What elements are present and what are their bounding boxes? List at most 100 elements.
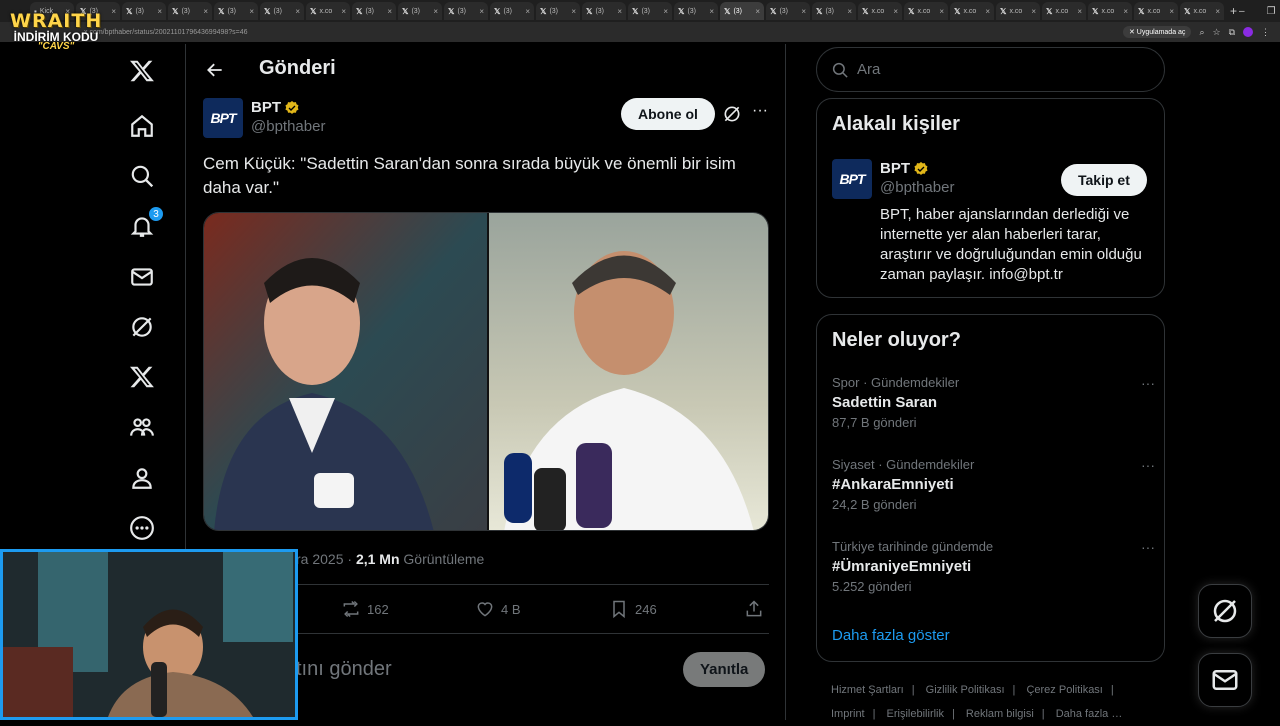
post-author[interactable]: BPT @bpthaber bbox=[251, 99, 325, 135]
browser-tab[interactable]: 𝕏 (3) × bbox=[536, 2, 580, 20]
tab-close-icon[interactable]: × bbox=[1077, 7, 1082, 16]
trend-item[interactable]: Siyaset · Gündemdekiler #AnkaraEmniyeti … bbox=[832, 457, 1155, 512]
browser-tab[interactable]: 𝕏 (3) × bbox=[490, 2, 534, 20]
grok-explain-icon[interactable] bbox=[722, 104, 742, 124]
profile-avatar[interactable] bbox=[1243, 27, 1253, 37]
browser-tab[interactable]: 𝕏 (3) × bbox=[582, 2, 626, 20]
post-image[interactable] bbox=[203, 212, 769, 531]
related-name[interactable]: BPT bbox=[880, 160, 910, 177]
follow-button[interactable]: Takip et bbox=[1061, 164, 1147, 196]
browser-tab[interactable]: 𝕏 (3) × bbox=[812, 2, 856, 20]
premium-x-icon[interactable] bbox=[128, 363, 156, 391]
browser-tab[interactable]: 𝕏 (3) × bbox=[214, 2, 258, 20]
back-arrow-icon[interactable] bbox=[202, 57, 228, 83]
trend-more-icon[interactable]: ··· bbox=[1141, 457, 1155, 473]
author-name[interactable]: BPT bbox=[251, 99, 281, 116]
trend-more-icon[interactable]: ··· bbox=[1141, 375, 1155, 391]
post-author-avatar[interactable]: BPT bbox=[203, 98, 243, 138]
browser-tab[interactable]: 𝕏x.co × bbox=[1042, 2, 1086, 20]
browser-tab[interactable]: 𝕏 (3) × bbox=[260, 2, 304, 20]
tab-close-icon[interactable]: × bbox=[341, 7, 346, 16]
more-options-icon[interactable] bbox=[128, 514, 156, 542]
repost-button[interactable]: 162 bbox=[341, 599, 389, 619]
tab-close-icon[interactable]: × bbox=[433, 7, 438, 16]
tab-close-icon[interactable]: × bbox=[939, 7, 944, 16]
tab-close-icon[interactable]: × bbox=[295, 7, 300, 16]
bookmark-button[interactable]: 246 bbox=[609, 599, 657, 619]
browser-tab[interactable]: 𝕏x.co × bbox=[1134, 2, 1178, 20]
post-more-icon[interactable]: ··· bbox=[750, 103, 770, 124]
browser-tab[interactable]: 𝕏x.co × bbox=[858, 2, 902, 20]
minimize-icon[interactable]: – bbox=[1239, 6, 1245, 17]
bookmark-star-icon[interactable]: ☆ bbox=[1212, 27, 1220, 38]
show-more-link[interactable]: Daha fazla göster bbox=[832, 627, 950, 644]
browser-tab[interactable]: 𝕏x.co × bbox=[904, 2, 948, 20]
browser-tab[interactable]: 𝕏 (3) × bbox=[352, 2, 396, 20]
browser-tab[interactable]: 𝕏 (3) × bbox=[444, 2, 488, 20]
like-button[interactable]: 4 B bbox=[475, 599, 521, 619]
messages-icon[interactable] bbox=[128, 263, 156, 291]
browser-tab[interactable]: 𝕏 (3) × bbox=[766, 2, 810, 20]
browser-tab[interactable]: 𝕏 (3) × bbox=[674, 2, 718, 20]
reply-input[interactable]: tını gönder bbox=[296, 658, 392, 681]
footer-link[interactable]: Hizmet Şartları bbox=[831, 684, 904, 696]
home-icon[interactable] bbox=[128, 112, 156, 140]
related-avatar[interactable]: BPT bbox=[832, 159, 872, 199]
browser-tab[interactable]: 𝕏x.co × bbox=[1180, 2, 1224, 20]
search-input[interactable] bbox=[857, 61, 1137, 78]
notifications-icon[interactable]: 3 bbox=[128, 206, 164, 240]
trend-more-icon[interactable]: ··· bbox=[1141, 539, 1155, 555]
trend-item[interactable]: Türkiye tarihinde gündemde #ÜmraniyeEmni… bbox=[832, 539, 1155, 594]
tab-close-icon[interactable]: × bbox=[571, 7, 576, 16]
tab-close-icon[interactable]: × bbox=[801, 7, 806, 16]
footer-link[interactable]: Imprint bbox=[831, 708, 865, 720]
browser-tab[interactable]: 𝕏x.co × bbox=[306, 2, 350, 20]
profile-icon[interactable] bbox=[128, 464, 156, 492]
footer-link[interactable]: Çerez Politikası bbox=[1026, 684, 1102, 696]
messages-fab[interactable] bbox=[1198, 653, 1252, 707]
tab-close-icon[interactable]: × bbox=[249, 7, 254, 16]
footer-link[interactable]: Gizlilik Politikası bbox=[926, 684, 1005, 696]
tab-close-icon[interactable]: × bbox=[663, 7, 668, 16]
search-icon[interactable] bbox=[128, 162, 156, 190]
tab-close-icon[interactable]: × bbox=[1215, 7, 1220, 16]
tab-close-icon[interactable]: × bbox=[111, 7, 116, 16]
tab-close-icon[interactable]: × bbox=[479, 7, 484, 16]
tab-close-icon[interactable]: × bbox=[893, 7, 898, 16]
browser-tab[interactable]: 𝕏x.co × bbox=[950, 2, 994, 20]
browser-menu-icon[interactable]: ⋮ bbox=[1261, 27, 1270, 38]
tab-close-icon[interactable]: × bbox=[203, 7, 208, 16]
x-logo-icon[interactable] bbox=[128, 57, 156, 85]
tab-close-icon[interactable]: × bbox=[755, 7, 760, 16]
related-account[interactable]: BPT @bpthaber bbox=[880, 160, 954, 196]
browser-tab[interactable]: 𝕏 (3) × bbox=[398, 2, 442, 20]
share-button[interactable] bbox=[744, 599, 764, 619]
post-date[interactable]: ra 2025 bbox=[296, 551, 343, 567]
grok-icon[interactable] bbox=[128, 313, 156, 341]
footer-link[interactable]: Reklam bilgisi bbox=[966, 708, 1034, 720]
browser-tab[interactable]: 𝕏 (3) × bbox=[720, 2, 764, 20]
search-box[interactable] bbox=[816, 47, 1165, 92]
tab-close-icon[interactable]: × bbox=[709, 7, 714, 16]
author-handle[interactable]: @bpthaber bbox=[251, 118, 325, 135]
open-in-app-button[interactable]: ✕ Uygulamada aç bbox=[1122, 26, 1192, 38]
footer-link[interactable]: Erişilebilirlik bbox=[887, 708, 944, 720]
reply-button[interactable]: Yanıtla bbox=[683, 652, 766, 687]
extensions-icon[interactable]: ⧉ bbox=[1229, 27, 1235, 38]
tab-close-icon[interactable]: × bbox=[617, 7, 622, 16]
subscribe-button[interactable]: Abone ol bbox=[621, 98, 715, 130]
browser-tab[interactable]: 𝕏x.co × bbox=[1088, 2, 1132, 20]
browser-tab[interactable]: 𝕏 (3) × bbox=[122, 2, 166, 20]
url-text[interactable]: x.com/bpthaber/status/200211017964369949… bbox=[84, 29, 248, 36]
browser-tab[interactable]: 𝕏 (3) × bbox=[168, 2, 212, 20]
browser-tab[interactable]: 𝕏 (3) × bbox=[628, 2, 672, 20]
tab-close-icon[interactable]: × bbox=[525, 7, 530, 16]
footer-link[interactable]: Daha fazla … bbox=[1056, 708, 1123, 720]
tab-close-icon[interactable]: × bbox=[847, 7, 852, 16]
related-handle[interactable]: @bpthaber bbox=[880, 179, 954, 196]
tab-close-icon[interactable]: × bbox=[157, 7, 162, 16]
new-tab-button[interactable]: + bbox=[1230, 4, 1237, 18]
maximize-icon[interactable]: ❐ bbox=[1267, 6, 1276, 17]
tab-close-icon[interactable]: × bbox=[985, 7, 990, 16]
tab-close-icon[interactable]: × bbox=[1123, 7, 1128, 16]
